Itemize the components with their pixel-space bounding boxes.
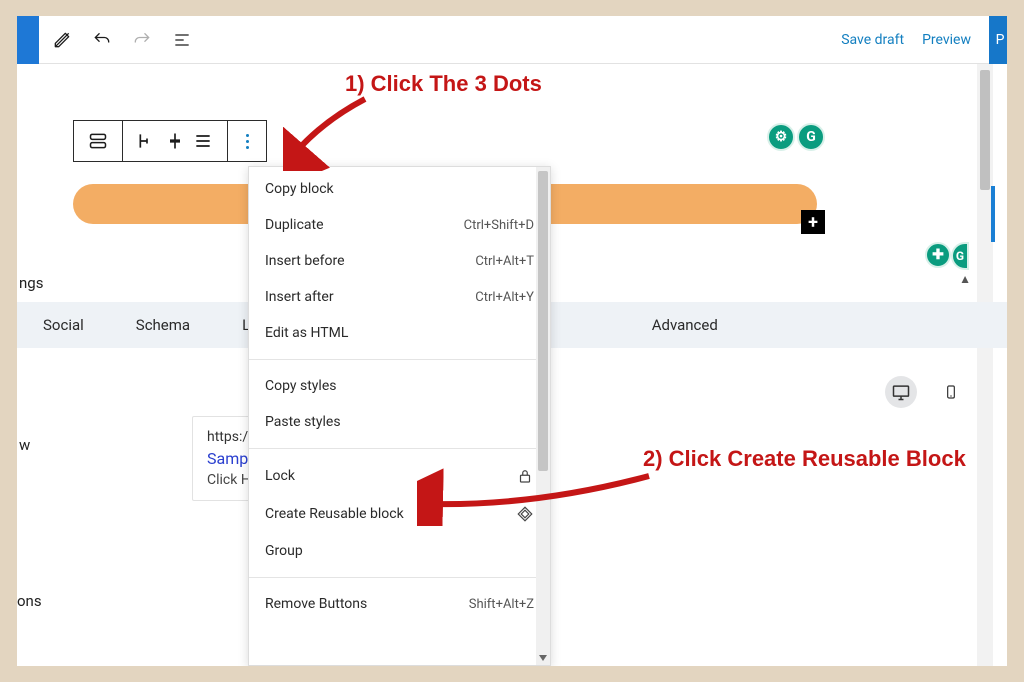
- edit-icon[interactable]: [45, 23, 79, 57]
- menu-paste-styles[interactable]: Paste styles: [249, 404, 550, 440]
- menu-remove-buttons[interactable]: Remove ButtonsShift+Alt+Z: [249, 586, 550, 622]
- grammarly-badge-icon[interactable]: G: [797, 123, 825, 151]
- scrollbar-thumb[interactable]: [980, 70, 990, 190]
- menu-duplicate[interactable]: DuplicateCtrl+Shift+D: [249, 207, 550, 243]
- block-options-menu: Copy block DuplicateCtrl+Shift+D Insert …: [248, 166, 551, 666]
- lock-icon: [516, 467, 534, 485]
- scroll-arrow-down-icon: [539, 655, 547, 661]
- menu-copy-block[interactable]: Copy block: [249, 171, 550, 207]
- menu-insert-before[interactable]: Insert beforeCtrl+Alt+T: [249, 243, 550, 279]
- tab-social[interactable]: Social: [43, 316, 84, 334]
- add-block-button[interactable]: +: [801, 210, 825, 234]
- menu-create-reusable-block[interactable]: Create Reusable block: [249, 495, 550, 533]
- redo-icon[interactable]: [125, 23, 159, 57]
- menu-copy-styles[interactable]: Copy styles: [249, 368, 550, 404]
- left-truncated-text-2: ons: [17, 592, 42, 610]
- annotation-step-2: 2) Click Create Reusable Block: [643, 446, 966, 472]
- assistant-badges-top: ⚙ G: [767, 123, 825, 151]
- menu-group[interactable]: Group: [249, 533, 550, 569]
- desktop-preview-icon[interactable]: [885, 376, 917, 408]
- three-dots-icon: [246, 134, 249, 149]
- wp-logo-button[interactable]: [17, 16, 39, 64]
- document-outline-icon[interactable]: [165, 23, 199, 57]
- menu-scrollbar[interactable]: [536, 167, 550, 665]
- alignment-group[interactable]: [123, 121, 228, 161]
- publish-button[interactable]: P: [989, 16, 1007, 64]
- block-more-options-button[interactable]: [228, 121, 266, 161]
- tab-advanced[interactable]: Advanced: [652, 316, 718, 334]
- save-draft-button[interactable]: Save draft: [841, 32, 904, 48]
- left-truncated-text-1: w: [19, 436, 30, 454]
- menu-scrollbar-thumb[interactable]: [538, 171, 548, 471]
- menu-edit-html[interactable]: Edit as HTML: [249, 315, 550, 351]
- tab-schema[interactable]: Schema: [136, 316, 190, 334]
- preview-button[interactable]: Preview: [922, 32, 971, 48]
- align-center-icon: [165, 131, 185, 151]
- align-left-icon: [137, 131, 157, 151]
- menu-lock[interactable]: Lock: [249, 457, 550, 495]
- block-toolbar: [73, 120, 267, 162]
- menu-insert-after[interactable]: Insert afterCtrl+Alt+Y: [249, 279, 550, 315]
- align-justify-icon: [193, 131, 213, 151]
- block-type-icon[interactable]: [74, 121, 123, 161]
- reusable-icon: [516, 505, 534, 523]
- undo-icon[interactable]: [85, 23, 119, 57]
- mobile-preview-icon[interactable]: [935, 376, 967, 408]
- yoast-badge-icon[interactable]: ⚙: [767, 123, 795, 151]
- annotation-step-1: 1) Click The 3 Dots: [345, 71, 542, 97]
- annotation-arrow-1: [283, 91, 373, 171]
- sidebar-accent: [991, 186, 995, 242]
- editor-top-toolbar: Save draft Preview P: [17, 16, 1007, 64]
